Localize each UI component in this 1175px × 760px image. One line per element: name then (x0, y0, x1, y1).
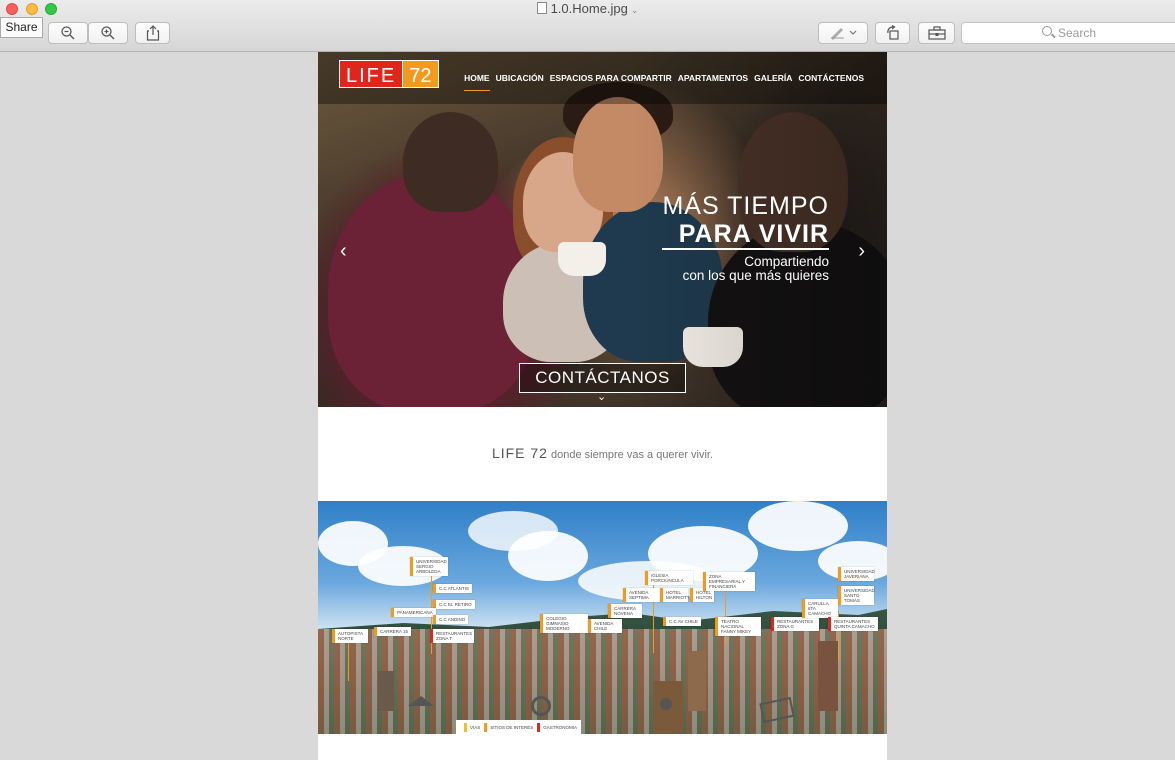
logo-part-life: LIFE (339, 60, 404, 88)
building (688, 651, 706, 711)
poi-label: UNIVERSIDAD JAVERIANA (838, 567, 875, 581)
tagline-text: donde siempre vas a querer vivir. (547, 449, 714, 461)
poi-label: RESTAURANTES ZONA T (430, 629, 474, 643)
rotate-icon (886, 25, 899, 40)
legend-label: SITIOS DE INTERÉS (490, 724, 534, 730)
poi-label: C.C ANDINO (433, 615, 469, 624)
legend-label: GASTRONOMÍA (543, 724, 578, 730)
nav-home[interactable]: HOME (464, 73, 490, 91)
document-canvas: LIFE 72 HOME UBICACIÓN ESPACIOS PARA COMP… (318, 52, 887, 760)
poi-label: C.C ATLANTIS (433, 584, 472, 593)
nav-apartamentos[interactable]: APARTAMENTOS (678, 73, 748, 91)
document-title-text: 1.0.Home.jpg (550, 1, 628, 16)
poi-label: UNIVERSIDAD SERGIO ARBOLEDA (410, 557, 448, 576)
poi-label: CARRERA NOVENA (608, 604, 642, 618)
zoom-out-button[interactable] (48, 22, 88, 44)
hero-subline2: con los que más quieres (682, 268, 829, 283)
carousel-prev-icon[interactable]: ‹ (340, 240, 347, 263)
location-pin-icon (531, 696, 551, 716)
poi-label: C.C EL RETIRO (433, 600, 475, 609)
cloud (748, 501, 848, 551)
poi-label: RESTAURANTES QUINTA CAMACHO (828, 617, 878, 631)
pen-icon (831, 28, 857, 40)
poi-label: IGLESIA PORCIÚNCULA (645, 571, 693, 585)
hero-line1: MÁS TIEMPO (662, 192, 829, 220)
site-header: LIFE 72 HOME UBICACIÓN ESPACIOS PARA COMP… (318, 52, 887, 104)
logo-part-72: 72 (403, 60, 439, 88)
cloud (508, 531, 588, 581)
poi-label: UNIVERSIDAD SANTO TOMÁS (838, 586, 875, 605)
legend-label: VÍAS (470, 724, 481, 730)
nav-espacios[interactable]: ESPACIOS PARA COMPARTIR (550, 73, 672, 91)
site-logo[interactable]: LIFE 72 (339, 60, 439, 88)
poi-stem (348, 641, 349, 681)
search-icon (1042, 26, 1052, 36)
zoom-out-icon (61, 26, 75, 40)
poi-label: COLEGIO GIMNASIO MODERNO (540, 614, 588, 633)
legend-swatch (537, 722, 541, 732)
markup-button[interactable] (818, 22, 868, 44)
nav-galeria[interactable]: GALERÍA (754, 73, 792, 91)
image-file-icon (536, 2, 547, 14)
poi-label: PANAMERICANA (391, 608, 436, 617)
hero-line2: PARA VIVIR (662, 220, 829, 250)
map-legend: VÍAS SITIOS DE INTERÉS GASTRONOMÍA (456, 720, 582, 734)
zoom-in-button[interactable] (88, 22, 128, 44)
window-titlebar: 1.0.Home.jpg ⌄ Share Search (0, 0, 1175, 52)
search-field[interactable]: Search (961, 22, 1175, 44)
share-tooltip: Share (0, 17, 43, 38)
scroll-down-icon[interactable]: ⌄ (597, 390, 606, 403)
poi-label: HOTEL MARRIOTT (660, 588, 690, 602)
hero-subline1: Compartiendo (744, 254, 829, 269)
city-skyline (318, 629, 887, 734)
share-button[interactable] (135, 22, 170, 44)
building (818, 641, 838, 711)
poi-label: AVENIDA CHILE (588, 619, 622, 633)
site-nav: HOME UBICACIÓN ESPACIOS PARA COMPARTIR A… (458, 73, 864, 91)
poi-label: CARRERA 15 (374, 627, 412, 636)
user-icon (660, 698, 672, 710)
toolbox-icon (927, 26, 946, 40)
home-icon (408, 696, 434, 706)
poi-label: AUTOPISTA NORTE (332, 629, 368, 643)
contact-cta-button[interactable]: CONTÁCTANOS (519, 363, 686, 393)
legend-swatch (464, 722, 467, 732)
tagline-brand: LIFE 72 (491, 445, 548, 461)
search-placeholder: Search (1058, 26, 1097, 40)
chevron-down-icon: ⌄ (630, 5, 639, 15)
poi-label: CARULLA 6TA CAMACHO (802, 599, 838, 618)
city-panorama: UNIVERSIDAD SERGIO ARBOLEDA C.C ATLANTIS… (318, 501, 887, 734)
poi-label: RESTAURANTES ZONA G (771, 617, 819, 631)
building (378, 671, 394, 711)
nav-contactenos[interactable]: CONTÁCTENOS (798, 73, 864, 91)
nav-ubicacion[interactable]: UBICACIÓN (496, 73, 544, 91)
legend-swatch (484, 722, 488, 732)
poi-label: C.C AV CHILE (663, 617, 701, 626)
document-title[interactable]: 1.0.Home.jpg ⌄ (0, 1, 1175, 16)
hero-banner: LIFE 72 HOME UBICACIÓN ESPACIOS PARA COMP… (318, 52, 887, 407)
poi-label: AVENIDA SEPTIMA (623, 588, 661, 602)
toolbox-button[interactable] (918, 22, 955, 44)
poi-label: ZONA EMPRESARIAL Y FINANCIERA (703, 572, 755, 591)
tagline: LIFE 72 donde siempre vas a querer vivir… (318, 445, 887, 461)
carousel-next-icon[interactable]: › (858, 240, 865, 263)
zoom-in-icon (101, 26, 115, 40)
share-icon (146, 25, 159, 41)
hero-headline: MÁS TIEMPO PARA VIVIR Compartiendo con l… (662, 192, 829, 283)
poi-label: TEATRO NACIONAL FANNY MIKEY (715, 617, 761, 636)
rotate-button[interactable] (875, 22, 910, 44)
